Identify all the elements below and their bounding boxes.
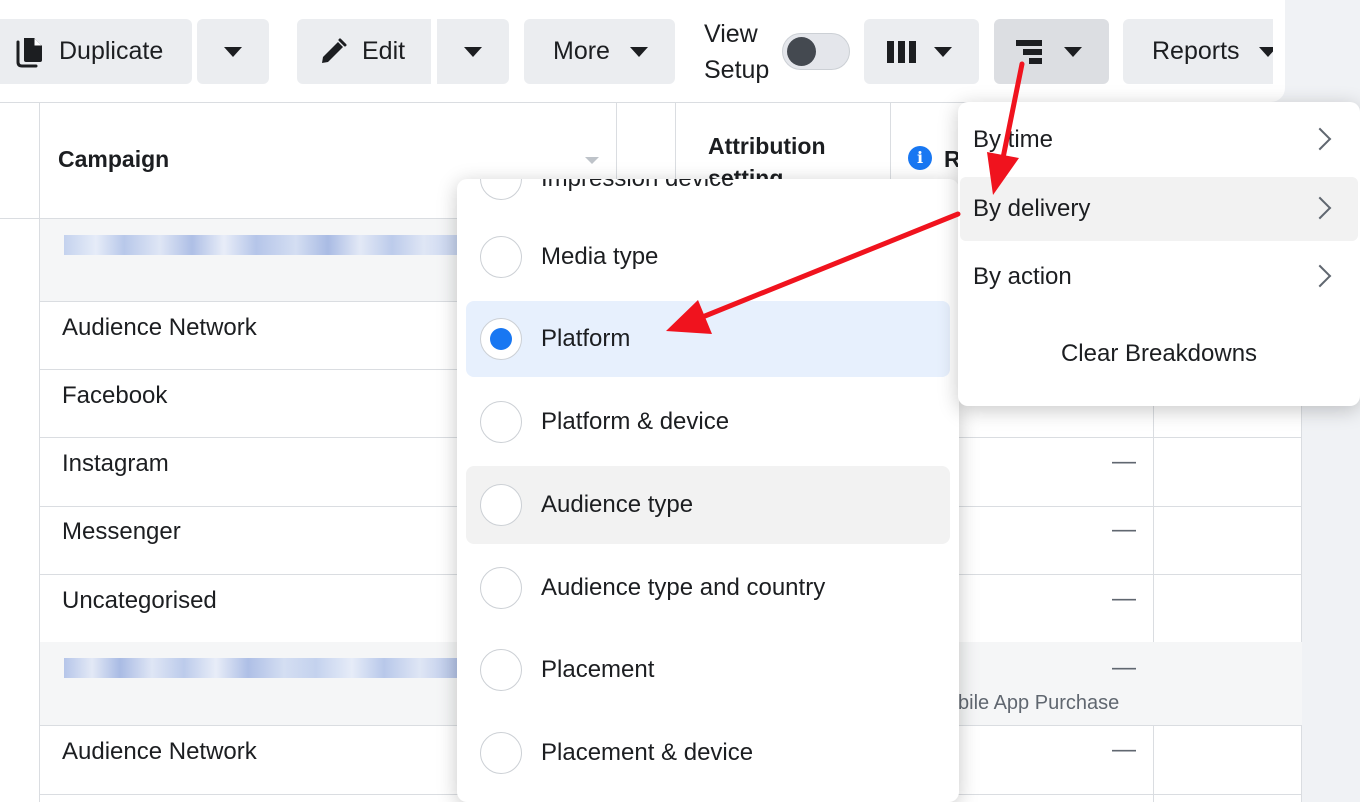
option-label: Placement & device [541, 739, 754, 766]
option-label: Platform & device [541, 408, 730, 435]
breakdown-menu: By time By delivery By action Clear Brea… [958, 102, 1360, 406]
pencil-icon [319, 38, 347, 66]
radio-button[interactable] [480, 401, 522, 443]
menu-item-by-action[interactable]: By action [960, 245, 1358, 309]
chevron-right-icon [1308, 264, 1332, 288]
breakdown-button[interactable] [994, 19, 1109, 84]
menu-item-label: By action [973, 263, 1072, 290]
option-label: Impression device [541, 179, 734, 193]
campaign-column-header[interactable]: Campaign [58, 146, 169, 173]
caret-down-icon [630, 47, 648, 57]
edit-button[interactable]: Edit [297, 19, 431, 84]
delivery-breakdown-dropdown: Impression device Media type Platform Pl… [457, 179, 959, 802]
duplicate-dropdown-button[interactable] [197, 19, 269, 84]
caret-down-icon [934, 47, 952, 57]
columns-button[interactable] [864, 19, 979, 84]
view-setup-label: View Setup [704, 20, 770, 84]
radio-button[interactable] [480, 649, 522, 691]
columns-icon [886, 39, 918, 72]
option-label: Placement [541, 656, 655, 683]
option-platform[interactable]: Platform [466, 301, 950, 377]
option-placement[interactable]: Placement [466, 631, 950, 709]
chevron-right-icon [1308, 127, 1332, 151]
result-type-text: bile App Purchase [958, 692, 1120, 714]
empty-value: — [1112, 585, 1136, 612]
table-row: Uncategorised [62, 587, 217, 614]
radio-button[interactable] [480, 179, 522, 200]
info-icon[interactable]: i [908, 146, 932, 170]
table-row: Messenger [62, 518, 181, 545]
empty-value: — [1112, 654, 1136, 681]
toggle-knob [787, 37, 816, 66]
menu-item-label: By delivery [973, 195, 1091, 222]
caret-down-icon [1064, 47, 1082, 57]
empty-value: — [1112, 448, 1136, 475]
option-media-type[interactable]: Media type [466, 218, 950, 296]
radio-button[interactable] [480, 484, 522, 526]
option-label: Media type [541, 243, 659, 270]
radio-button[interactable] [480, 567, 522, 609]
attribution-column-header[interactable]: Attribution setting [708, 130, 868, 180]
caret-down-icon [1259, 47, 1273, 57]
clear-breakdowns-button[interactable]: Clear Breakdowns [958, 340, 1360, 368]
radio-button-selected[interactable] [480, 318, 522, 360]
empty-value: — [1112, 736, 1136, 763]
menu-item-by-time[interactable]: By time [960, 108, 1358, 172]
option-audience-type[interactable]: Audience type [466, 466, 950, 544]
edit-dropdown-button[interactable] [437, 19, 509, 84]
edit-label: Edit [362, 37, 406, 65]
radio-dot [490, 328, 512, 350]
menu-item-by-delivery[interactable]: By delivery [960, 177, 1358, 241]
breakdown-icon [1014, 38, 1044, 73]
duplicate-label: Duplicate [59, 37, 164, 65]
empty-value: — [1112, 516, 1136, 543]
reports-button[interactable]: Reports [1123, 19, 1273, 84]
menu-item-label: By time [973, 126, 1054, 153]
radio-button[interactable] [480, 732, 522, 774]
table-row: Audience Network [62, 738, 257, 765]
view-setup-toggle[interactable] [782, 33, 850, 70]
sort-icon[interactable] [585, 157, 599, 164]
more-button[interactable]: More [524, 19, 675, 84]
duplicate-button[interactable]: Duplicate [0, 19, 192, 84]
duplicate-icon [14, 36, 46, 68]
caret-down-icon [224, 46, 242, 57]
option-platform-device[interactable]: Platform & device [466, 383, 950, 461]
chevron-right-icon [1308, 196, 1332, 220]
reports-label: Reports [1152, 37, 1240, 65]
option-impression-device[interactable]: Impression device [466, 179, 950, 218]
toolbar: Duplicate Edit More View Setup Reports [0, 0, 1285, 102]
caret-down-icon [464, 46, 482, 57]
radio-button[interactable] [480, 236, 522, 278]
more-label: More [553, 37, 610, 65]
option-placement-device[interactable]: Placement & device [466, 714, 950, 792]
option-label: Audience type and country [541, 574, 826, 601]
table-row: Audience Network [62, 314, 257, 341]
table-row: Facebook [62, 382, 168, 409]
table-row: Instagram [62, 450, 169, 477]
option-label: Audience type [541, 491, 694, 518]
option-audience-type-country[interactable]: Audience type and country [466, 549, 950, 627]
option-label: Platform [541, 325, 631, 352]
